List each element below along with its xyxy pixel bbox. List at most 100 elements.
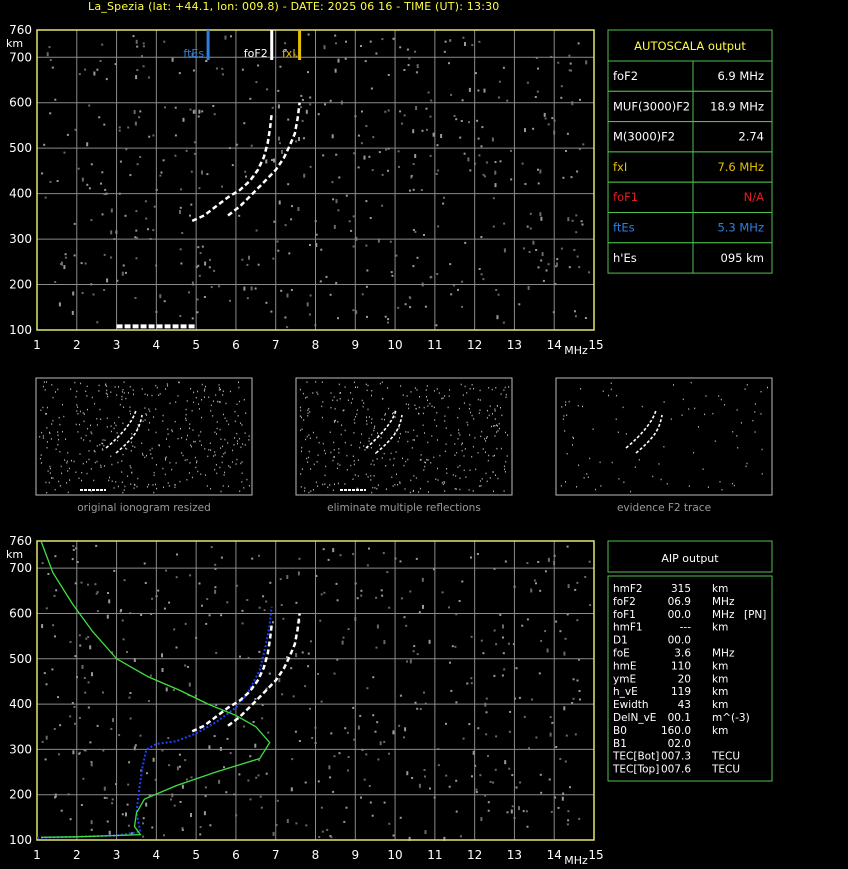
noise-dot — [468, 408, 470, 410]
noise-dot — [145, 217, 148, 220]
noise-dot — [300, 486, 302, 488]
noise-dot — [260, 806, 263, 809]
noise-dot — [479, 399, 481, 401]
noise-dot — [449, 263, 452, 266]
noise-dot — [356, 597, 359, 600]
noise-dot — [217, 400, 219, 403]
noise-dot — [480, 236, 483, 238]
noise-dot — [638, 459, 640, 461]
noise-dot — [736, 435, 738, 437]
noise-dot — [360, 796, 362, 799]
noise-dot — [500, 393, 502, 395]
noise-dot — [487, 754, 489, 757]
noise-dot — [107, 592, 109, 594]
noise-dot — [216, 427, 218, 430]
noise-dot — [427, 459, 429, 461]
noise-dot — [456, 452, 458, 454]
noise-dot — [254, 743, 257, 748]
noise-dot — [96, 68, 99, 71]
noise-dot — [181, 437, 183, 439]
noise-dot — [423, 469, 425, 471]
noise-dot — [365, 244, 368, 247]
noise-dot — [219, 401, 221, 403]
x-tick-label: 7 — [272, 338, 280, 352]
noise-dot — [186, 479, 188, 481]
noise-dot — [548, 778, 551, 781]
noise-dot — [397, 440, 399, 443]
noise-dot — [450, 293, 453, 296]
noise-dot — [83, 413, 85, 415]
noise-dot — [193, 401, 195, 404]
noise-dot — [152, 229, 155, 232]
noise-dot — [387, 109, 390, 112]
noise-dot — [577, 42, 580, 45]
noise-dot — [69, 479, 71, 481]
noise-dot — [96, 321, 99, 324]
noise-dot — [421, 129, 424, 132]
noise-dot — [503, 668, 506, 671]
noise-dot — [318, 836, 321, 838]
noise-dot — [371, 418, 373, 420]
o-trace — [191, 113, 273, 223]
noise-dot — [68, 467, 70, 470]
noise-dot — [374, 487, 376, 489]
noise-dot — [162, 420, 164, 422]
noise-dot — [96, 591, 99, 594]
noise-dot — [146, 454, 147, 457]
noise-dot — [312, 392, 314, 394]
noise-dot — [223, 453, 225, 455]
noise-dot — [477, 137, 480, 140]
noise-dot — [121, 481, 123, 483]
noise-dot — [486, 417, 488, 419]
noise-dot — [174, 486, 176, 489]
noise-dot — [339, 554, 342, 557]
noise-dot — [259, 795, 262, 798]
noise-dot — [129, 386, 131, 388]
noise-dot — [539, 589, 542, 592]
noise-dot — [236, 440, 238, 442]
noise-dot — [198, 408, 200, 410]
noise-dot — [502, 66, 505, 69]
noise-dot — [174, 106, 177, 109]
noise-dot — [426, 128, 428, 131]
noise-dot — [425, 389, 427, 391]
noise-dot — [535, 582, 537, 585]
noise-dot — [162, 414, 164, 417]
noise-dot — [248, 485, 250, 487]
noise-dot — [457, 288, 459, 291]
noise-dot — [580, 388, 582, 390]
noise-dot — [354, 422, 356, 424]
noise-dot — [373, 429, 375, 432]
noise-dot — [688, 408, 690, 410]
x-tick-label: 4 — [153, 338, 161, 352]
noise-dot — [317, 393, 319, 395]
noise-dot — [198, 403, 200, 405]
noise-dot — [436, 273, 439, 275]
noise-dot — [195, 466, 197, 469]
aip-param-value: 007.3 — [661, 751, 691, 763]
noise-dot — [87, 583, 89, 586]
noise-dot — [310, 490, 312, 492]
noise-dot — [108, 830, 111, 835]
noise-dot — [412, 129, 415, 134]
noise-dot — [392, 412, 394, 414]
noise-dot — [476, 119, 479, 122]
noise-dot — [252, 721, 255, 723]
noise-dot — [407, 64, 410, 67]
noise-dot — [54, 555, 57, 558]
noise-dot — [43, 381, 45, 383]
noise-dot — [263, 609, 266, 612]
noise-dot — [42, 435, 44, 437]
noise-dot — [510, 178, 513, 181]
noise-dot — [212, 105, 215, 107]
noise-dot — [198, 274, 201, 277]
noise-dot — [204, 795, 207, 798]
noise-dot — [333, 672, 336, 675]
noise-dot — [238, 386, 240, 389]
noise-dot — [443, 481, 445, 483]
noise-dot — [322, 548, 325, 551]
noise-dot — [169, 461, 171, 464]
noise-dot — [403, 616, 406, 619]
noise-dot — [67, 452, 69, 454]
noise-dot — [339, 464, 341, 466]
